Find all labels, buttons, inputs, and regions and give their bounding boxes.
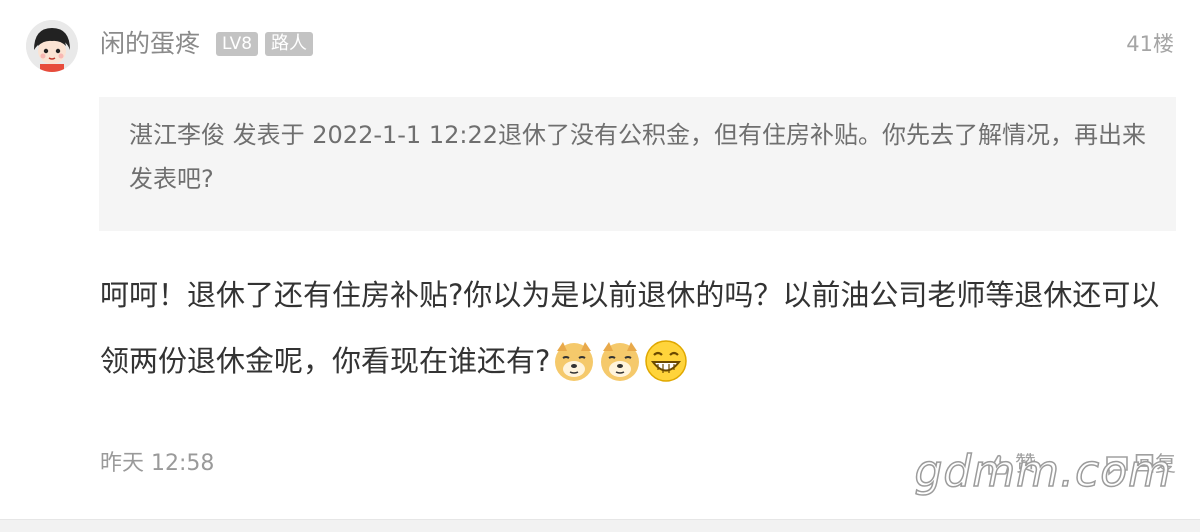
doge-emoji-icon [555, 342, 594, 381]
rank-badge: 路人 [265, 32, 313, 56]
grin-emoji-icon [645, 340, 688, 382]
comment-content: 呵呵！退休了还有住房补贴?你以为是以前退休的吗？以前油公司老师等退休还可以领两份… [100, 262, 1170, 394]
doge-emoji-icon [601, 342, 640, 381]
post-divider [0, 519, 1200, 532]
post-timestamp: 昨天 12:58 [100, 451, 215, 476]
level-badge: LV8 [216, 32, 259, 56]
user-avatar[interactable] [26, 20, 78, 72]
username[interactable]: 闲的蛋疼 [100, 26, 200, 62]
comment-post: 闲的蛋疼 LV8 路人 41楼 湛江李俊 发表于 2022-1-1 12:22退… [0, 0, 1200, 532]
site-watermark: gdmm.com [914, 445, 1172, 498]
quoted-reply: 湛江李俊 发表于 2022-1-1 12:22退休了没有公积金，但有住房补贴。你… [99, 97, 1176, 231]
avatar-cartoon-icon [26, 20, 78, 72]
floor-number: 41楼 [1126, 32, 1174, 56]
